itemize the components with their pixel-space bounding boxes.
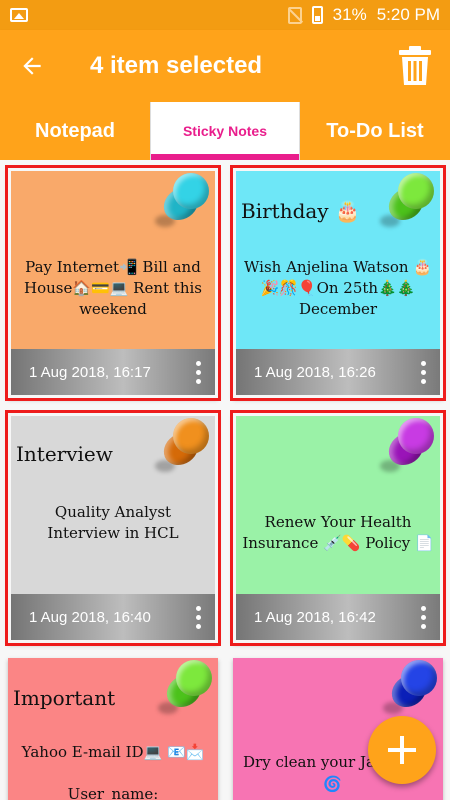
note-title: Birthday 🎂 (241, 199, 360, 223)
battery-level: 31% (332, 5, 367, 24)
note-footer: 1 Aug 2018, 16:40 (11, 594, 215, 640)
add-note-button[interactable] (368, 716, 436, 784)
arrow-back-icon (23, 57, 41, 75)
note-body-line: User_name: (67, 785, 159, 800)
note-date: 1 Aug 2018, 16:17 (29, 363, 151, 381)
more-vert-icon[interactable] (406, 594, 440, 640)
trash-icon (399, 46, 431, 85)
sticky-note[interactable]: Interview Quality Analyst Interview in H… (5, 410, 221, 646)
more-vert-icon[interactable] (181, 349, 215, 395)
note-body: Yahoo E-mail ID💻 📧📩 (21, 743, 205, 761)
note-body: Pay Internet📲 Bill and House🏠💳💻 Rent thi… (24, 258, 202, 318)
clock: 5:20 PM (376, 5, 440, 24)
pushpin-icon (381, 658, 441, 718)
more-vert-icon[interactable] (406, 349, 440, 395)
no-sim-icon (287, 6, 302, 24)
pushpin-icon (378, 416, 438, 476)
note-date: 1 Aug 2018, 16:40 (29, 608, 151, 626)
battery-icon (311, 6, 323, 24)
sticky-note[interactable]: Important Yahoo E-mail ID💻 📧📩 User_name: (8, 658, 218, 800)
page-title: 4 item selected (90, 52, 263, 79)
note-body: Dry clean your Ja (243, 753, 375, 771)
more-vert-icon[interactable] (181, 594, 215, 640)
note-title: Important (13, 686, 116, 710)
note-footer: 1 Aug 2018, 16:26 (236, 349, 440, 395)
sticky-note[interactable]: Birthday 🎂 Wish Anjelina Watson 🎂🎉🎊🎈On 2… (230, 165, 446, 401)
pushpin-icon (153, 416, 213, 476)
gallery-icon (10, 8, 28, 22)
status-bar: 31% 5:20 PM (0, 0, 450, 30)
app-bar: 4 item selected (0, 30, 450, 102)
note-body: Renew Your Health Insurance 💉💊 Policy 📄 (242, 513, 434, 552)
pushpin-icon (153, 171, 213, 231)
note-footer: 1 Aug 2018, 16:42 (236, 594, 440, 640)
pushpin-icon (378, 171, 438, 231)
plus-icon (388, 736, 416, 764)
sticky-note[interactable]: Pay Internet📲 Bill and House🏠💳💻 Rent thi… (5, 165, 221, 401)
note-body-line: 🌀 (323, 775, 342, 793)
note-date: 1 Aug 2018, 16:42 (254, 608, 376, 626)
tab-sticky-notes[interactable]: Sticky Notes (150, 102, 300, 160)
note-body: Wish Anjelina Watson 🎂🎉🎊🎈On 25th🎄🎄 Decem… (244, 258, 432, 318)
pushpin-icon (156, 658, 216, 718)
note-footer: 1 Aug 2018, 16:17 (11, 349, 215, 395)
tab-notepad[interactable]: Notepad (0, 102, 150, 160)
note-body: Quality Analyst Interview in HCL (47, 503, 179, 542)
sticky-notes-grid: Pay Internet📲 Bill and House🏠💳💻 Rent thi… (0, 160, 450, 800)
tab-bar: Notepad Sticky Notes To-Do List (0, 102, 450, 160)
note-title: Interview (16, 442, 113, 466)
note-date: 1 Aug 2018, 16:26 (254, 363, 376, 381)
back-button[interactable] (0, 30, 64, 102)
delete-button[interactable] (380, 30, 450, 102)
tab-to-do-list[interactable]: To-Do List (300, 102, 450, 160)
sticky-note[interactable]: Renew Your Health Insurance 💉💊 Policy 📄 … (230, 410, 446, 646)
